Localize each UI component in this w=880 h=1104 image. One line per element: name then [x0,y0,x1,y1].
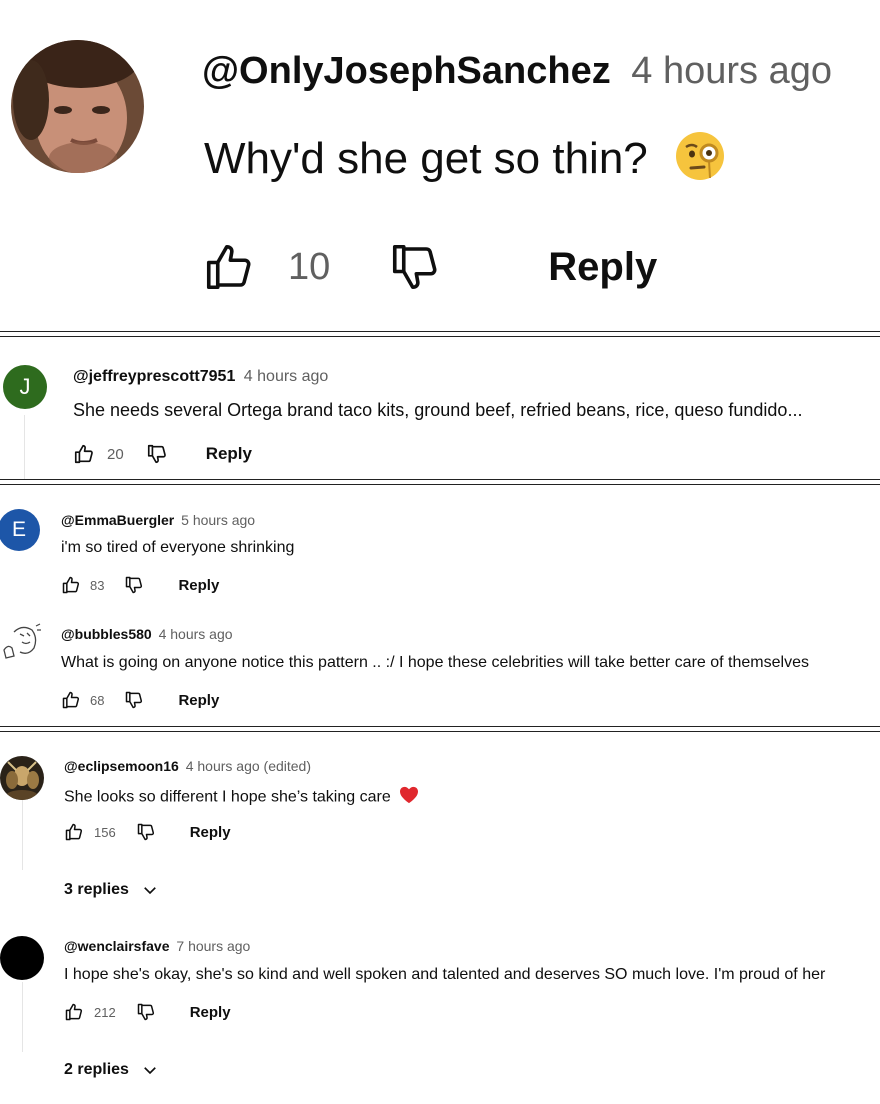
comment-timestamp[interactable]: 4 hours ago (edited) [186,758,311,774]
dislike-button[interactable] [136,1002,156,1022]
thumbs-up-icon [65,823,83,841]
thumbs-down-icon [126,576,143,594]
reply-button[interactable]: Reply [206,444,252,464]
like-count: 10 [288,245,331,288]
avatar[interactable] [0,936,44,980]
comment-timestamp[interactable]: 5 hours ago [181,512,255,528]
thumbs-up-icon [65,1003,83,1021]
chevron-down-icon [144,887,156,895]
divider [0,331,880,337]
comment-actions: 83 Reply [61,574,219,596]
like-count: 68 [90,692,105,708]
view-replies-button[interactable]: 2 replies [64,1061,159,1079]
red-heart-icon [399,786,419,809]
comment-author[interactable]: @bubbles580 [61,626,152,642]
comment-actions: 212 Reply [64,1001,231,1023]
comment-meta: @eclipsemoon16 4 hours ago (edited) [64,758,311,774]
comment-author[interactable]: @EmmaBuergler [61,512,174,528]
comment-text: She needs several Ortega brand taco kits… [73,400,803,420]
thumbs-up-icon [74,444,93,464]
comment-text: I hope she's okay, she's so kind and wel… [64,966,826,983]
comment-actions: 68 Reply [61,689,219,711]
thumbs-down-icon [147,444,166,464]
comment-timestamp[interactable]: 7 hours ago [176,938,250,954]
avatar[interactable] [0,620,42,662]
thumbs-up-icon [206,244,251,290]
comment-timestamp[interactable]: 4 hours ago [244,368,329,385]
like-button[interactable] [202,240,256,294]
thumbs-down-icon [137,1003,154,1021]
reply-button[interactable]: Reply [190,1004,231,1021]
divider [0,479,880,485]
thumbs-down-icon [126,691,143,709]
dislike-button[interactable] [124,690,144,710]
avatar[interactable] [0,756,44,800]
like-count: 212 [94,1004,116,1020]
like-count: 156 [94,824,116,840]
face-with-monocle-icon [674,130,726,193]
user-photo-icon [0,756,44,800]
comment-actions: 10 Reply [202,238,657,296]
thread-line [24,415,25,480]
thumbs-down-icon [137,823,154,841]
comment-meta: @jeffreyprescott7951 4 hours ago [73,368,328,386]
like-button[interactable] [73,443,95,465]
avatar[interactable]: J [3,365,47,409]
comment-meta: @wenclairsfave 7 hours ago [64,938,250,954]
dislike-button[interactable] [136,822,156,842]
comment-timestamp[interactable]: 4 hours ago [159,626,233,642]
comment-author[interactable]: @eclipsemoon16 [64,758,179,774]
reply-button[interactable]: Reply [178,692,219,709]
comment-timestamp[interactable]: 4 hours ago [631,50,832,92]
reply-button[interactable]: Reply [190,824,231,841]
comment-text: Why'd she get so thin? [204,130,726,193]
comment-author[interactable]: @wenclairsfave [64,938,170,954]
thumbs-up-icon [62,576,80,594]
like-button[interactable] [64,1002,84,1022]
comment-text: i'm so tired of everyone shrinking [61,539,295,556]
dislike-button[interactable] [124,575,144,595]
comment-text: What is going on anyone notice this patt… [61,654,809,671]
divider [0,726,880,732]
like-button[interactable] [61,575,81,595]
thread-line [22,800,23,870]
view-replies-button[interactable]: 3 replies [64,881,159,899]
thread-line [22,982,23,1052]
comment-meta: @EmmaBuergler 5 hours ago [61,512,255,528]
comment-actions: 156 Reply [64,821,231,843]
like-button[interactable] [61,690,81,710]
comment-author[interactable]: @jeffreyprescott7951 [73,368,235,385]
reply-button[interactable]: Reply [548,245,657,290]
thumbs-up-icon [62,691,80,709]
like-button[interactable] [64,822,84,842]
comment-author[interactable]: @OnlyJosephSanchez [202,50,611,92]
dislike-button[interactable] [146,443,168,465]
avatar[interactable]: E [0,509,40,551]
comment-meta: @OnlyJosephSanchez 4 hours ago [202,50,832,93]
like-count: 20 [107,445,124,463]
comment-meta: @bubbles580 4 hours ago [61,626,233,642]
avatar[interactable] [11,40,144,173]
reply-button[interactable]: Reply [178,577,219,594]
comment-text: She looks so different I hope she’s taki… [64,786,419,809]
dislike-button[interactable] [388,240,442,294]
chevron-down-icon [144,1067,156,1075]
thumbs-down-icon [393,244,437,290]
like-count: 83 [90,577,105,593]
comment-actions: 20 Reply [73,442,252,466]
doodle-face-icon [0,620,42,662]
user-photo-icon [11,40,144,173]
